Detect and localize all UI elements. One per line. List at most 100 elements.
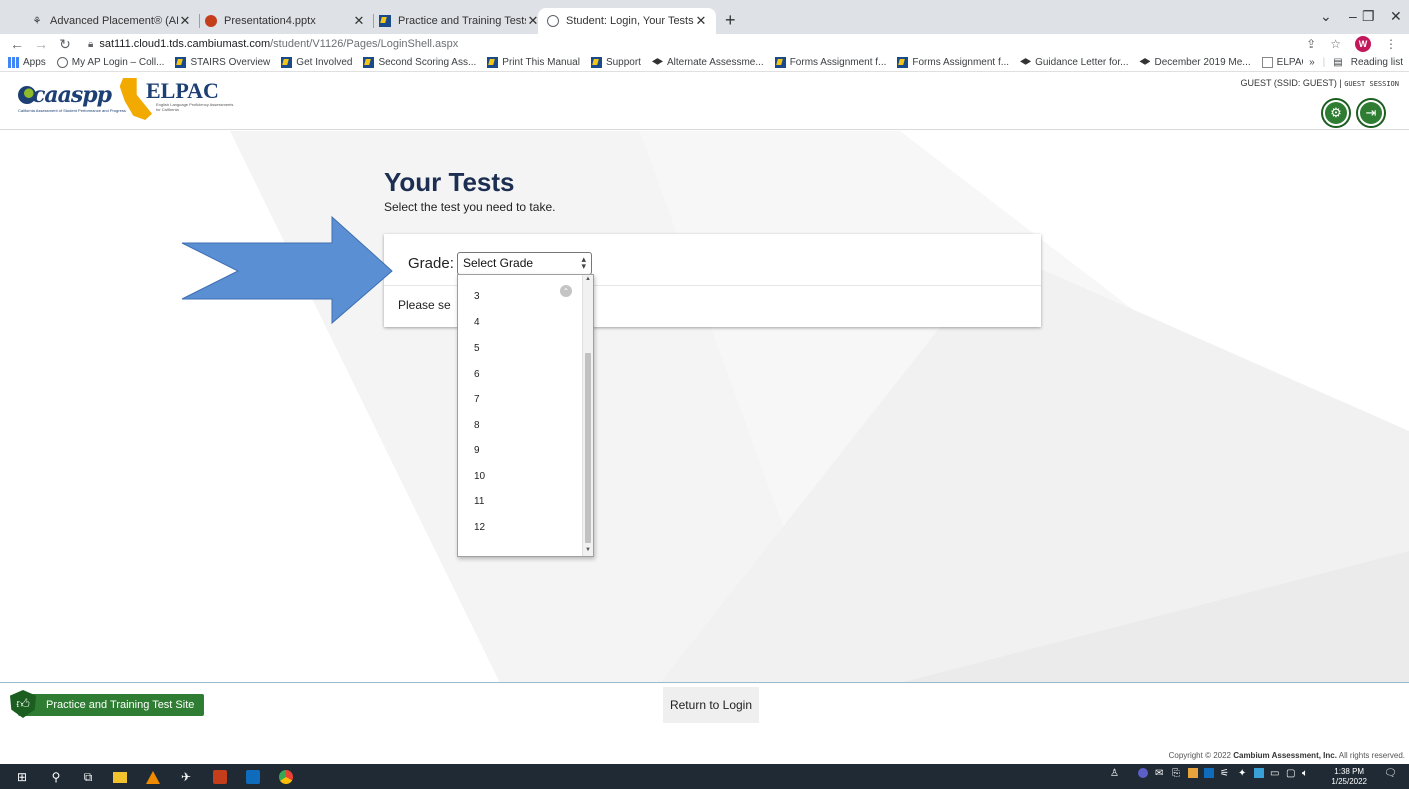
- bookmark-apps[interactable]: Apps: [8, 57, 46, 68]
- windows-start-icon[interactable]: ⊞: [14, 769, 30, 785]
- bookmark-label: December 2019 Me...: [1154, 57, 1251, 68]
- close-window-icon[interactable]: ✕: [1390, 8, 1402, 25]
- grade-option[interactable]: 7: [474, 394, 480, 405]
- ap-icon: ⚘: [32, 15, 42, 27]
- reload-icon[interactable]: ↻: [58, 36, 72, 53]
- grade-option[interactable]: 4: [474, 317, 480, 328]
- guest-session-label: GUEST SESSION: [1344, 80, 1399, 88]
- bookmark-star-icon[interactable]: ☆: [1330, 37, 1341, 51]
- tab-presentation[interactable]: Presentation4.pptx ✕: [196, 8, 374, 34]
- lock-icon: 🔒︎: [88, 38, 94, 50]
- reading-list-button[interactable]: Reading list: [1351, 57, 1403, 68]
- bookmark-stairs[interactable]: STAIRS Overview: [175, 57, 270, 68]
- outlook-tray-icon[interactable]: [1204, 768, 1214, 781]
- grade-option[interactable]: 8: [474, 420, 480, 431]
- bookmark-december[interactable]: December 2019 Me...: [1139, 57, 1251, 68]
- grade-option[interactable]: 9: [474, 445, 480, 456]
- security-tray-icon[interactable]: ✦: [1238, 768, 1246, 779]
- logout-button[interactable]: ⇥: [1356, 98, 1386, 128]
- bookmark-forms-2[interactable]: Forms Assignment f...: [897, 57, 1009, 68]
- outlook-taskbar-icon[interactable]: [245, 769, 261, 785]
- guest-session-info: GUEST (SSID: GUEST) | GUEST SESSION: [1241, 78, 1400, 88]
- windows-taskbar: ⊞ ⚲ ⧉ ✈ ♙ ✉ ⎘ ⚟ ✦ ▭ ▢ 🔈︎ 1:38 PM 1/25/20…: [0, 764, 1409, 789]
- clock-time: 1:38 PM: [1334, 767, 1365, 776]
- minimize-icon[interactable]: –: [1349, 8, 1357, 24]
- close-tab-icon[interactable]: ✕: [694, 13, 708, 29]
- grade-option[interactable]: 6: [474, 369, 480, 380]
- volume-icon[interactable]: 🔈︎: [1302, 768, 1308, 779]
- chat-tray-icon[interactable]: ▭: [1270, 768, 1279, 779]
- network-tray-icon[interactable]: ⚟: [1220, 768, 1229, 779]
- reading-list-icon[interactable]: ▤: [1333, 57, 1342, 68]
- grade-option[interactable]: 5: [474, 343, 480, 354]
- browser-toolbar: ← → ↻ 🔒︎ sat111.cloud1.tds.cambiumast.co…: [0, 34, 1409, 54]
- file-explorer-icon[interactable]: [112, 769, 128, 785]
- restore-icon[interactable]: ❐: [1362, 8, 1375, 25]
- app2-tray-icon[interactable]: [1254, 768, 1264, 781]
- scrollbar-thumb[interactable]: [585, 353, 591, 543]
- tds-icon: [774, 57, 786, 68]
- bookmark-label: My AP Login – Coll...: [71, 57, 165, 68]
- bookmark-print-manual[interactable]: Print This Manual: [487, 57, 580, 68]
- vlc-icon[interactable]: [145, 769, 161, 785]
- tab-title: Advanced Placement® (AP) – Th: [50, 15, 178, 27]
- mail-tray-icon[interactable]: ✉: [1155, 768, 1163, 779]
- app-tray-icon[interactable]: [1188, 768, 1198, 781]
- notifications-icon[interactable]: 🗨︎: [1384, 768, 1397, 779]
- bookmark-label: Support: [605, 57, 641, 68]
- powerpoint-icon: [204, 14, 218, 28]
- copyright-company: Cambium Assessment, Inc.: [1233, 751, 1337, 760]
- bookmark-forms-1[interactable]: Forms Assignment f...: [774, 57, 886, 68]
- apps-grid-icon: [8, 57, 19, 68]
- practice-training-site-button[interactable]: Practice and Training Test Site: [18, 694, 205, 716]
- tab-ap[interactable]: ⚘ Advanced Placement® (AP) – Th ✕: [22, 8, 200, 34]
- back-icon[interactable]: ←: [10, 36, 24, 52]
- bookmark-label: STAIRS Overview: [190, 57, 271, 68]
- close-tab-icon[interactable]: ✕: [178, 13, 192, 29]
- address-bar[interactable]: sat111.cloud1.tds.cambiumast.com/student…: [99, 38, 458, 50]
- grade-dropdown-list[interactable]: ⌃ 3 4 5 6 7 8 9 10 11 12 ▲ ▼: [457, 274, 594, 557]
- tds-icon: [487, 57, 499, 68]
- taskbar-clock[interactable]: 1:38 PM 1/25/2022: [1331, 767, 1367, 787]
- people-icon[interactable]: ♙: [1110, 768, 1119, 779]
- forward-icon[interactable]: →: [34, 36, 48, 52]
- grade-option[interactable]: 12: [474, 522, 485, 533]
- close-tab-icon[interactable]: ✕: [352, 13, 366, 29]
- bookmark-get-involved[interactable]: Get Involved: [281, 57, 352, 68]
- display-tray-icon[interactable]: ▢: [1286, 768, 1295, 779]
- bookmark-my-ap[interactable]: My AP Login – Coll...: [56, 57, 165, 68]
- tab-practice-tests[interactable]: Practice and Training Tests ✕: [370, 8, 548, 34]
- new-tab-button[interactable]: +: [725, 10, 736, 31]
- app-icon[interactable]: ✈: [178, 769, 194, 785]
- bookmark-guidance[interactable]: Guidance Letter for...: [1020, 57, 1128, 68]
- tab-student-login[interactable]: Student: Login, Your Tests ✕: [538, 8, 716, 34]
- powerpoint-taskbar-icon[interactable]: [212, 769, 228, 785]
- bookmark-alternate[interactable]: Alternate Assessme...: [651, 57, 764, 68]
- divider: |: [1322, 57, 1326, 68]
- dropdown-scrollbar[interactable]: ▲ ▼: [582, 275, 593, 556]
- scroll-up-arrow-icon[interactable]: ▲: [585, 276, 591, 282]
- search-icon[interactable]: ⚲: [48, 769, 64, 785]
- bookmark-support[interactable]: Support: [590, 57, 641, 68]
- grade-option[interactable]: 11: [474, 496, 484, 507]
- grade-option[interactable]: 10: [474, 471, 485, 482]
- chrome-taskbar-icon[interactable]: [278, 769, 294, 785]
- grade-select[interactable]: Select Grade ▴ ▾: [457, 252, 592, 275]
- tab-search-icon[interactable]: ⌄: [1320, 8, 1332, 25]
- share-icon[interactable]: ⇪: [1306, 37, 1316, 51]
- more-bookmarks-icon[interactable]: »: [1309, 57, 1315, 68]
- return-to-login-button[interactable]: Return to Login: [663, 687, 759, 723]
- bookmark-second-scoring[interactable]: Second Scoring Ass...: [363, 57, 476, 68]
- grade-option[interactable]: 3: [474, 291, 480, 302]
- task-view-icon[interactable]: ⧉: [80, 769, 96, 785]
- tab-title: Student: Login, Your Tests: [566, 15, 694, 27]
- profile-avatar[interactable]: W: [1355, 36, 1371, 52]
- clip-tray-icon[interactable]: ⎘: [1172, 768, 1180, 779]
- teams-tray-icon[interactable]: [1138, 768, 1148, 781]
- scroll-down-arrow-icon[interactable]: ▼: [585, 547, 591, 553]
- menu-icon[interactable]: ⋮: [1385, 37, 1397, 51]
- please-select-text: Please se: [398, 298, 451, 312]
- settings-button[interactable]: ⚙: [1321, 98, 1351, 128]
- scroll-up-icon[interactable]: ⌃: [560, 285, 572, 297]
- graduation-cap-icon: [1020, 58, 1032, 65]
